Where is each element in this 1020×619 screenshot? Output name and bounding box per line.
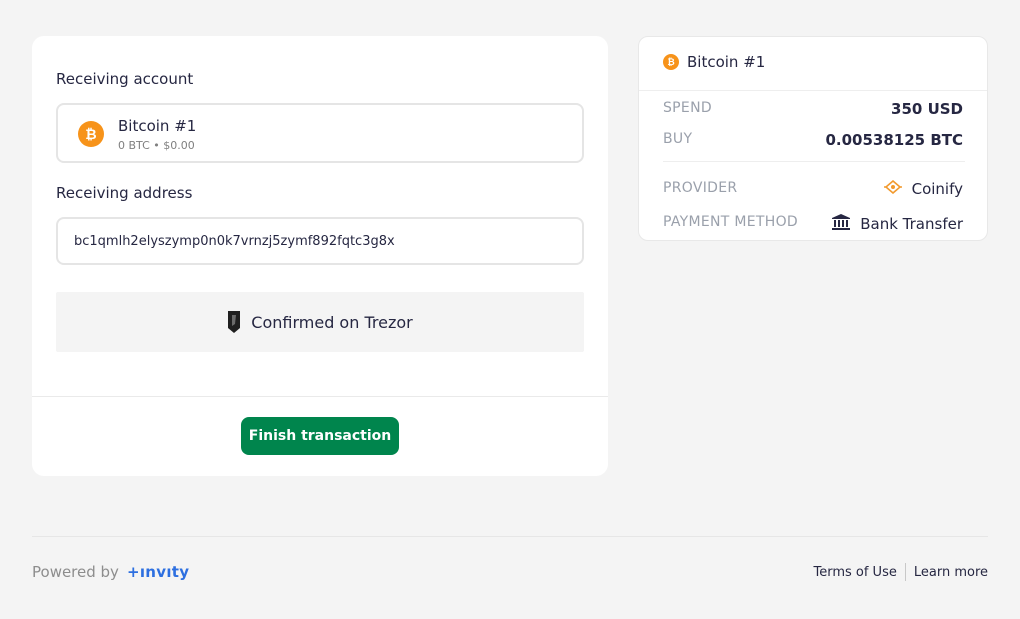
receive-card: Receiving account ₿ Bitcoin #1 0 BTC • $… <box>32 36 608 476</box>
buy-label: BUY <box>663 131 693 147</box>
summary-title: Bitcoin #1 <box>687 53 766 71</box>
provider-label: PROVIDER <box>663 180 738 196</box>
confirmed-text: Confirmed on Trezor <box>251 312 413 332</box>
invity-logo[interactable]: +ınvıty <box>127 563 189 581</box>
powered-by-text: Powered by <box>32 563 119 581</box>
summary-divider <box>663 161 965 162</box>
provider-value: Coinify <box>883 179 963 198</box>
coinify-icon <box>883 179 902 198</box>
card-divider <box>32 396 608 397</box>
receiving-account-label: Receiving account <box>56 70 194 88</box>
summary-card: ₿ Bitcoin #1 SPEND 350 USD BUY 0.0053812… <box>638 36 988 241</box>
account-balance: 0 BTC • $0.00 <box>118 139 195 152</box>
account-select[interactable]: ₿ Bitcoin #1 0 BTC • $0.00 <box>56 103 584 163</box>
trezor-icon <box>227 310 241 334</box>
finish-transaction-button[interactable]: Finish transaction <box>241 417 399 455</box>
payment-method-label: PAYMENT METHOD <box>663 214 798 230</box>
buy-value: 0.00538125 BTC <box>825 131 963 149</box>
footer-links: Terms of Use Learn more <box>813 563 988 581</box>
summary-divider <box>639 90 987 91</box>
powered-by: Powered by +ınvıty <box>32 563 189 581</box>
confirmed-banner: Confirmed on Trezor <box>56 292 584 352</box>
provider-name: Coinify <box>911 180 963 198</box>
payment-method-name: Bank Transfer <box>860 215 963 233</box>
spend-label: SPEND <box>663 100 712 116</box>
summary-header: ₿ Bitcoin #1 <box>663 53 765 71</box>
bitcoin-icon: ₿ <box>78 121 104 147</box>
payment-method-value: Bank Transfer <box>832 214 963 234</box>
bitcoin-icon: ₿ <box>663 54 679 70</box>
terms-of-use-link[interactable]: Terms of Use <box>813 565 896 580</box>
account-name: Bitcoin #1 <box>118 117 197 135</box>
footer-separator <box>904 563 906 581</box>
address-field[interactable]: bc1qmlh2elyszymp0n0k7vrnzj5zymf892fqtc3g… <box>56 217 584 265</box>
receiving-address-label: Receiving address <box>56 184 193 202</box>
bank-icon <box>832 214 851 234</box>
spend-value: 350 USD <box>891 100 963 118</box>
footer-divider <box>32 536 988 537</box>
learn-more-link[interactable]: Learn more <box>914 565 988 580</box>
